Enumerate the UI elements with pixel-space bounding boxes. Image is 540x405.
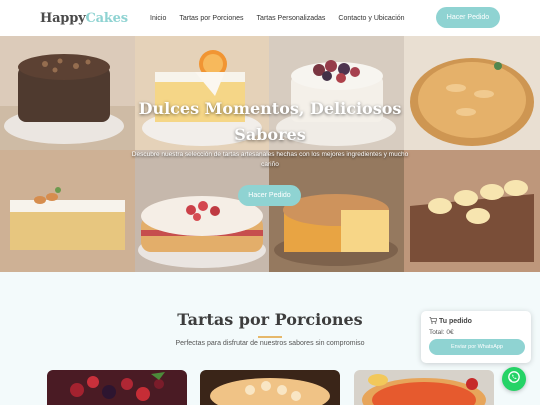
whatsapp-button[interactable] [502,367,526,391]
cart-widget: Tu pedido Total: 0€ Enviar por WhatsApp [421,311,531,363]
product-card-berries[interactable] [47,370,187,405]
main-nav: Inicio Tartas por Porciones Tartas Perso… [150,0,418,36]
hero-subtitle: Descubre nuestra selección de tartas art… [131,151,409,168]
logo[interactable]: HappyCakes [40,11,128,26]
hero-title: Dulces Momentos, Deliciosos Sabores [138,99,402,144]
nav-inicio[interactable]: Inicio [150,15,166,22]
hero-banner: Dulces Momentos, Deliciosos Sabores Desc… [0,36,540,272]
site-header: HappyCakes Inicio Tartas por Porciones T… [0,0,540,36]
logo-cakes: Cakes [85,10,128,26]
nav-tartas-personalizadas[interactable]: Tartas Personalizadas [257,15,326,22]
cart-total: Total: 0€ [429,329,454,336]
cart-title-row: Tu pedido [429,316,523,326]
send-whatsapp-button[interactable]: Enviar por WhatsApp [429,339,525,355]
product-card-cream[interactable] [200,370,340,405]
cart-icon [429,316,438,326]
product-card-fruit-tart[interactable] [354,370,494,405]
order-button-hero[interactable]: Hacer Pedido [238,185,301,206]
nav-tartas-porciones[interactable]: Tartas por Porciones [179,15,243,22]
page: HappyCakes Inicio Tartas por Porciones T… [0,0,540,405]
logo-happy: Happy [40,10,86,26]
order-button-header[interactable]: Hacer Pedido [436,7,500,28]
cart-title: Tu pedido [439,318,472,325]
nav-contacto[interactable]: Contacto y Ubicación [338,15,404,22]
section-divider [258,336,282,338]
whatsapp-icon [507,370,521,389]
